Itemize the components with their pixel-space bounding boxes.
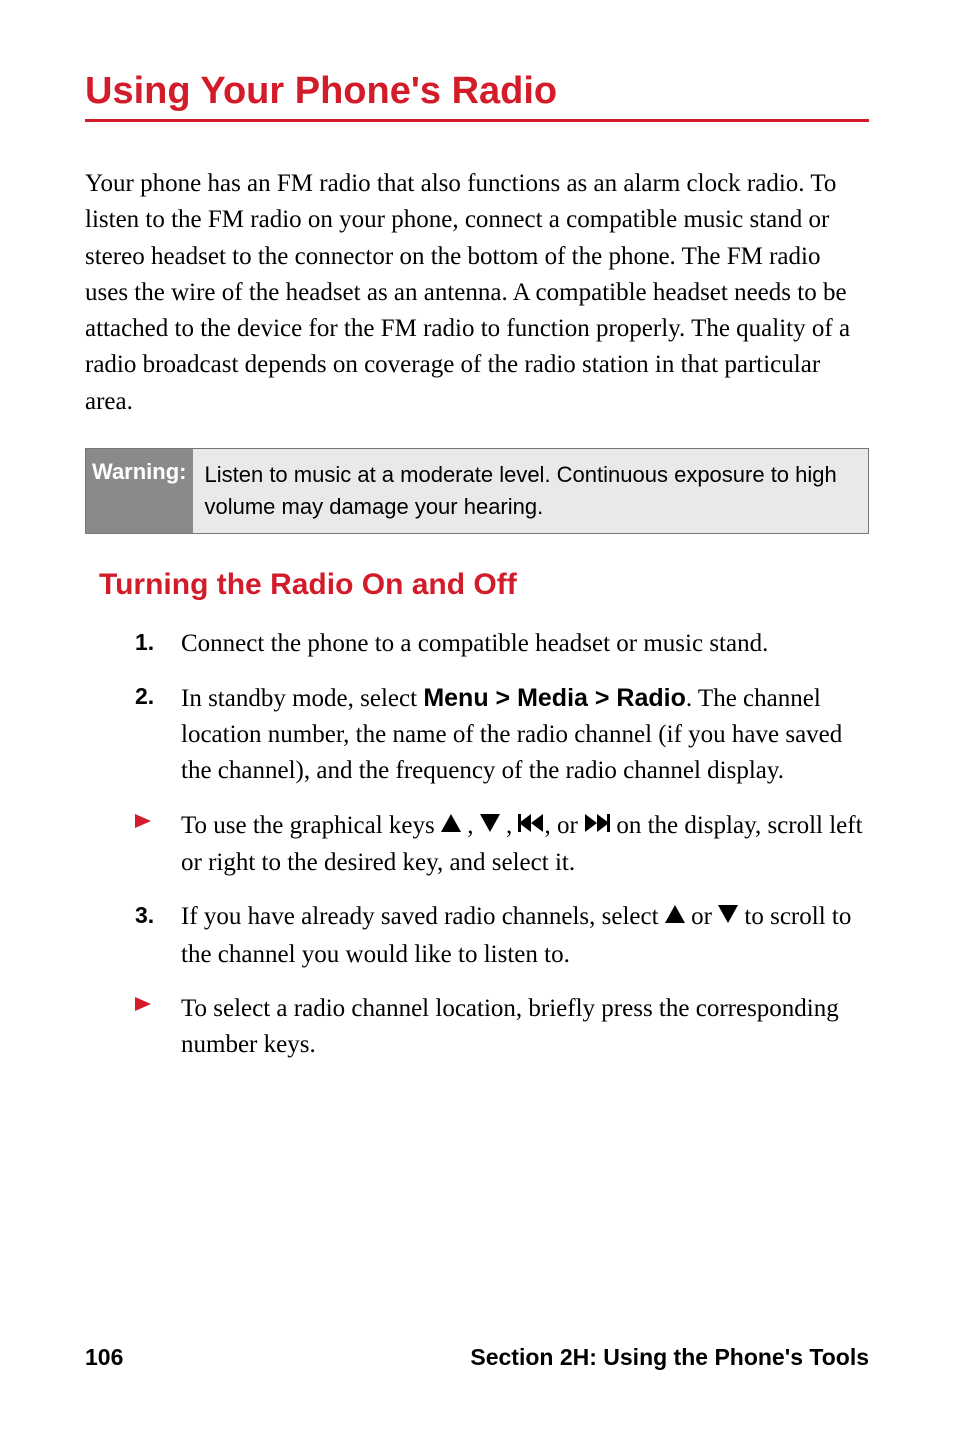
bullet-arrow-icon [135,991,181,1064]
step-number: 2. [135,680,181,790]
warning-label: Warning: [86,449,193,533]
fast-forward-icon [584,807,610,843]
list-item: 1. Connect the phone to a compatible hea… [135,626,869,662]
intro-paragraph: Your phone has an FM radio that also fun… [85,166,869,420]
page-footer: 106 Section 2H: Using the Phone's Tools [85,1344,869,1371]
text-fragment: , [461,812,480,839]
warning-box: Warning: Listen to music at a moderate l… [85,448,869,534]
page-number: 106 [85,1344,123,1371]
list-item: 3. If you have already saved radio chann… [135,899,869,973]
section-label: Section 2H: Using the Phone's Tools [470,1344,869,1371]
text-fragment: or [685,903,718,930]
page-title: Using Your Phone's Radio [85,70,869,113]
menu-path: Menu > Media > Radio [423,684,686,712]
text-fragment: In standby mode, select [181,685,423,712]
step-text: To use the graphical keys , , , or on th… [181,808,869,882]
list-item: To select a radio channel location, brie… [135,991,869,1064]
down-triangle-icon [480,807,500,843]
text-fragment: If you have already saved radio channels… [181,903,665,930]
text-fragment: , or [544,812,584,839]
step-text: Connect the phone to a compatible headse… [181,626,768,662]
warning-text: Listen to music at a moderate level. Con… [193,449,869,533]
text-fragment: , [500,812,519,839]
step-text: In standby mode, select Menu > Media > R… [181,680,869,790]
section-subheading: Turning the Radio On and Off [99,568,869,602]
step-text: To select a radio channel location, brie… [181,991,869,1064]
heading-rule [85,119,869,122]
step-number: 3. [135,899,181,973]
bullet-arrow-icon [135,808,181,882]
up-triangle-icon [441,807,461,843]
list-item: 2. In standby mode, select Menu > Media … [135,680,869,790]
step-text: If you have already saved radio channels… [181,899,869,973]
down-triangle-icon [718,898,738,934]
up-triangle-icon [665,898,685,934]
list-item: To use the graphical keys , , , or on th… [135,808,869,882]
instructions-list: 1. Connect the phone to a compatible hea… [85,626,869,1064]
step-number: 1. [135,626,181,662]
rewind-icon [518,807,544,843]
text-fragment: To use the graphical keys [181,812,441,839]
